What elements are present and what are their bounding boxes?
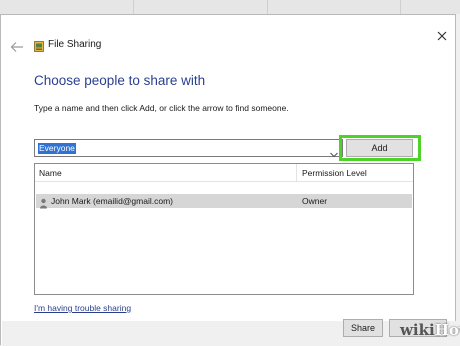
share-list: Name Permission Level John Mark (emailid… (34, 163, 414, 295)
column-header-name[interactable]: Name (39, 168, 62, 178)
name-input-value: Everyone (38, 143, 76, 154)
file-sharing-icon (34, 39, 44, 52)
close-icon[interactable] (433, 27, 451, 45)
instruction-text: Type a name and then click Add, or click… (34, 103, 289, 113)
watermark-part-1: wiki (400, 321, 435, 339)
watermark-logo: wikiHow (400, 321, 460, 339)
background-window (0, 0, 460, 14)
user-icon (39, 196, 48, 209)
page-title: Choose people to share with (34, 73, 206, 88)
table-row[interactable]: John Mark (emailid@gmail.com) Owner (36, 194, 412, 209)
watermark-part-2: How (434, 321, 460, 339)
background-divider (400, 0, 401, 14)
add-button[interactable]: Add (346, 139, 413, 157)
column-header-permission[interactable]: Permission Level (302, 168, 367, 178)
background-divider (133, 0, 134, 14)
window-title: File Sharing (48, 39, 102, 50)
dialog-footer (2, 321, 456, 346)
row-user-name: John Mark (emailid@gmail.com) (51, 196, 173, 206)
back-arrow-icon[interactable] (10, 40, 24, 52)
trouble-sharing-link[interactable]: I'm having trouble sharing (34, 303, 131, 313)
background-divider (267, 0, 268, 14)
file-sharing-dialog: File Sharing Choose people to share with… (0, 14, 456, 346)
row-permission[interactable]: Owner (302, 196, 327, 206)
list-header: Name Permission Level (35, 164, 413, 182)
share-button[interactable]: Share (343, 319, 383, 337)
name-input[interactable]: Everyone (34, 139, 343, 158)
column-divider[interactable] (296, 164, 297, 181)
chevron-down-icon[interactable] (330, 145, 338, 158)
